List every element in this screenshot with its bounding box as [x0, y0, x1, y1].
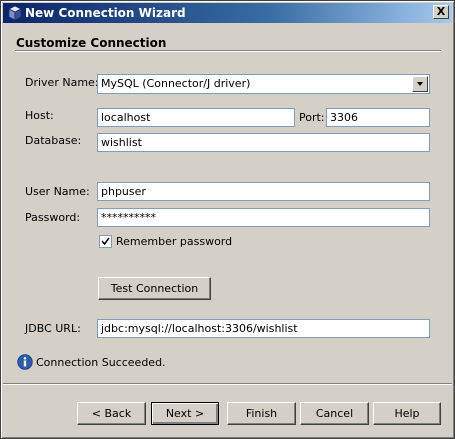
host-input[interactable]: localhost [97, 108, 295, 127]
close-button[interactable]: X [433, 5, 449, 19]
section-heading: Customize Connection [16, 36, 167, 50]
info-icon [17, 354, 33, 370]
password-value: ********** [101, 211, 156, 224]
window-title: New Connection Wizard [25, 6, 186, 20]
cancel-button[interactable]: Cancel [300, 402, 369, 425]
port-input[interactable]: 3306 [326, 108, 430, 127]
database-label: Database: [25, 134, 82, 147]
finish-button[interactable]: Finish [227, 402, 296, 425]
remember-password-checkbox[interactable] [99, 235, 112, 248]
host-value: localhost [101, 111, 151, 124]
driver-name-dropdown[interactable]: MySQL (Connector/J driver) [97, 74, 430, 94]
footer-divider [3, 383, 452, 385]
close-icon: X [436, 5, 446, 18]
help-button[interactable]: Help [373, 402, 441, 425]
chevron-down-icon[interactable] [412, 76, 428, 92]
jdbc-url-label: JDBC URL: [25, 322, 81, 335]
jdbc-url-input[interactable]: jdbc:mysql://localhost:3306/wishlist [97, 319, 430, 338]
wizard-window: New Connection Wizard X Customize Connec… [0, 0, 455, 439]
remember-password-label[interactable]: Remember password [116, 235, 232, 248]
username-label: User Name: [25, 185, 90, 198]
port-value: 3306 [330, 111, 358, 124]
cube-icon [7, 5, 23, 21]
next-button[interactable]: Next > [151, 402, 219, 425]
database-input[interactable]: wishlist [97, 133, 430, 152]
host-label: Host: [25, 109, 54, 122]
status-message: Connection Succeeded. [36, 356, 166, 369]
driver-name-label: Driver Name: [25, 76, 99, 89]
password-input[interactable]: ********** [97, 208, 430, 227]
username-value: phpuser [101, 185, 146, 198]
database-value: wishlist [101, 136, 142, 149]
jdbc-url-value: jdbc:mysql://localhost:3306/wishlist [101, 322, 298, 335]
test-connection-button[interactable]: Test Connection [98, 277, 211, 300]
title-bar[interactable]: New Connection Wizard X [3, 3, 452, 23]
back-button[interactable]: < Back [77, 402, 146, 425]
section-divider [15, 50, 441, 52]
checkmark-icon [101, 237, 110, 246]
username-input[interactable]: phpuser [97, 182, 430, 201]
port-label: Port: [299, 111, 325, 124]
driver-name-value: MySQL (Connector/J driver) [101, 77, 251, 90]
password-label: Password: [25, 211, 81, 224]
